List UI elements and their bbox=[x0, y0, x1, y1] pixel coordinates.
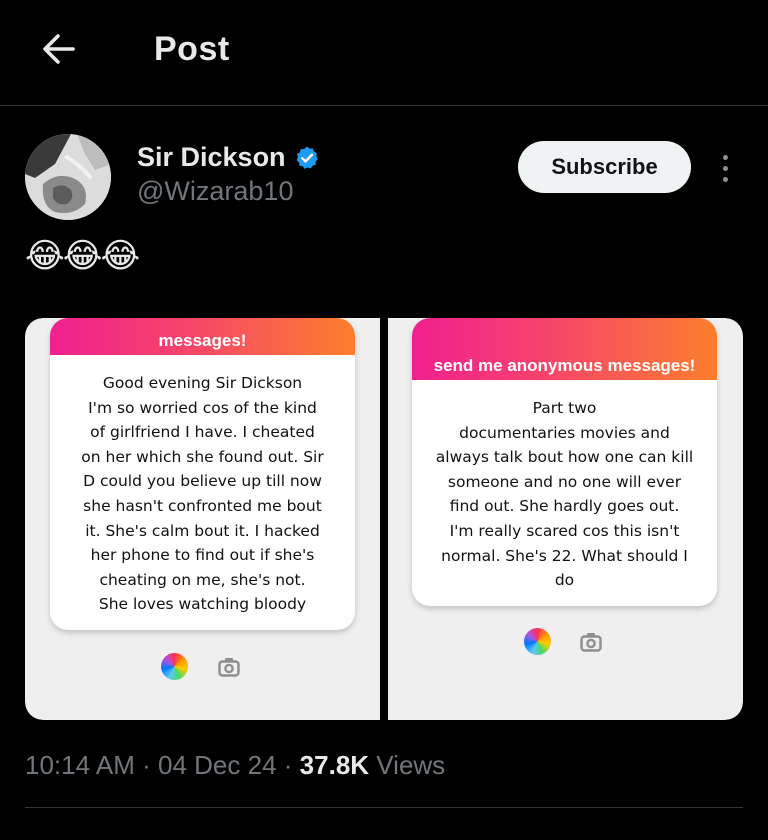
message-line: find out. She hardly goes out. bbox=[449, 497, 680, 516]
camera-icon bbox=[218, 656, 240, 678]
post-image-2[interactable]: send me anonymous messages! Part two doc… bbox=[388, 318, 743, 720]
author-name[interactable]: Sir Dickson bbox=[137, 142, 320, 173]
profile-photo bbox=[25, 134, 111, 220]
message-line: I'm so worried cos of the kind bbox=[88, 398, 317, 417]
message-line: Good evening Sir Dickson bbox=[102, 374, 303, 392]
divider bbox=[25, 807, 743, 808]
avatar[interactable] bbox=[25, 134, 111, 220]
message-text: Good evening Sir Dickson I'm so worried … bbox=[50, 355, 355, 617]
message-line: normal. She's 22. What should I bbox=[441, 546, 688, 565]
card-header: messages! bbox=[50, 318, 355, 355]
message-line: always talk bout how one can kill bbox=[435, 448, 694, 467]
message-line: She loves watching bloody bbox=[98, 595, 307, 614]
more-vertical-icon[interactable] bbox=[712, 148, 738, 188]
color-wheel-icon bbox=[161, 653, 188, 680]
post-time[interactable]: 10:14 AM bbox=[25, 750, 135, 780]
camera-icon bbox=[580, 631, 602, 653]
post-date[interactable]: 04 Dec 24 bbox=[158, 750, 277, 780]
message-line: of girlfriend I have. I cheated bbox=[90, 423, 315, 442]
views-label: Views bbox=[376, 750, 446, 780]
message-card: messages! Good evening Sir Dickson I'm s… bbox=[50, 318, 355, 630]
message-line: documentaries movies and bbox=[459, 423, 670, 442]
message-card: send me anonymous messages! Part two doc… bbox=[412, 318, 717, 606]
subscribe-button[interactable]: Subscribe bbox=[518, 141, 691, 193]
author-handle[interactable]: @Wizarab10 bbox=[137, 176, 293, 207]
message-text: Part two documentaries movies and always… bbox=[412, 380, 717, 593]
author-name-text: Sir Dickson bbox=[137, 142, 286, 172]
message-line: I'm really scared cos this isn't bbox=[449, 521, 680, 540]
color-wheel-icon bbox=[524, 628, 551, 655]
message-line: her phone to find out if she's bbox=[90, 546, 315, 565]
verified-badge-icon bbox=[296, 146, 318, 169]
post-meta: 10:14 AM · 04 Dec 24 · 37.8K Views bbox=[25, 750, 445, 781]
message-line: do bbox=[554, 571, 575, 590]
message-line: D could you believe up till now bbox=[83, 472, 322, 491]
views-count[interactable]: 37.8K bbox=[300, 750, 369, 780]
message-line: someone and no one will ever bbox=[447, 472, 682, 491]
message-line: on her which she found out. Sir bbox=[81, 447, 324, 466]
message-line: it. She's calm bout it. I hacked bbox=[85, 521, 320, 540]
arrow-left-icon bbox=[43, 34, 75, 64]
message-line: Part two bbox=[532, 399, 597, 417]
page-title: Post bbox=[154, 30, 230, 68]
top-bar: Post bbox=[0, 0, 768, 106]
post-media: messages! Good evening Sir Dickson I'm s… bbox=[25, 318, 743, 720]
meta-separator: · bbox=[283, 750, 293, 780]
card-header: send me anonymous messages! bbox=[412, 318, 717, 380]
message-line: cheating on me, she's not. bbox=[99, 570, 306, 589]
post-image-1[interactable]: messages! Good evening Sir Dickson I'm s… bbox=[25, 318, 380, 720]
back-button[interactable] bbox=[36, 26, 82, 72]
post-text: 😂😂😂 bbox=[25, 237, 140, 275]
message-line: she hasn't confronted me bout bbox=[83, 496, 322, 515]
meta-separator: · bbox=[142, 750, 151, 780]
